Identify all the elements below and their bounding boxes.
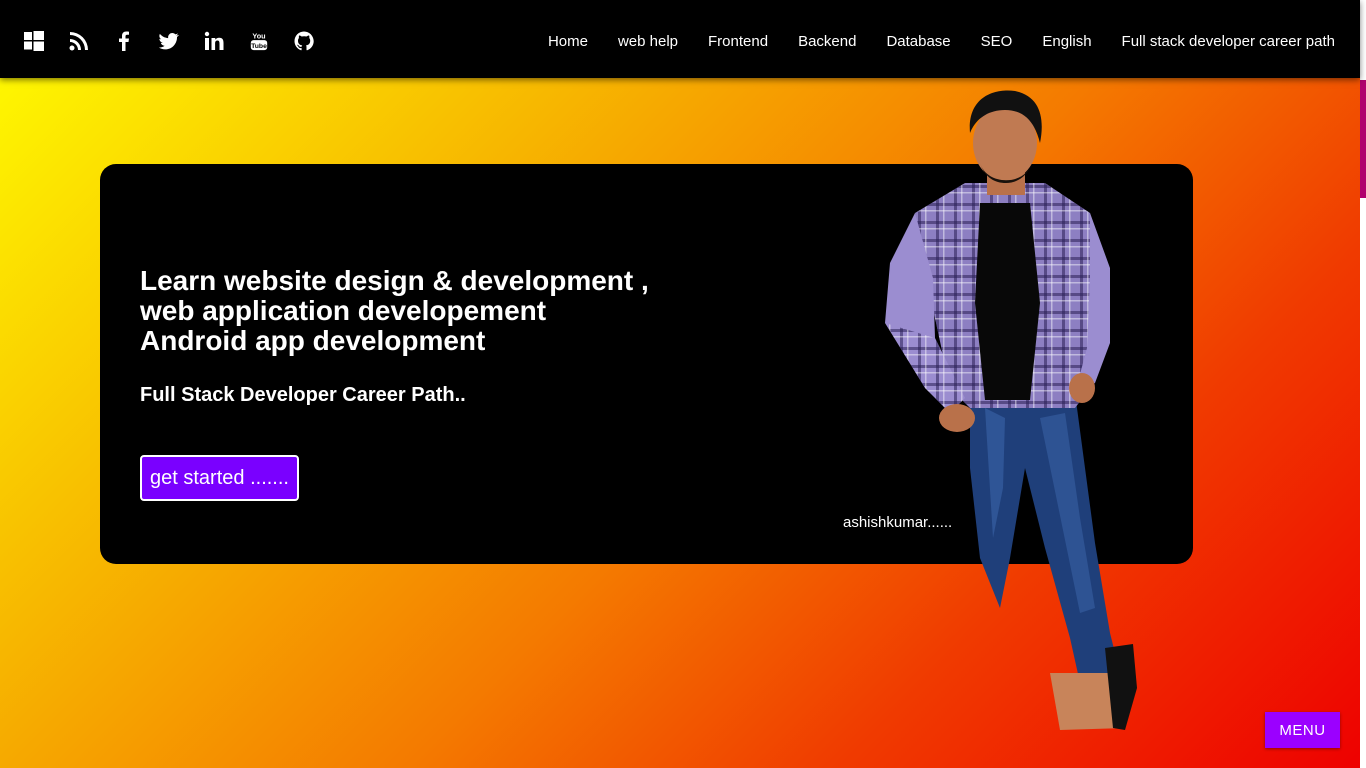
person-photo — [885, 90, 1137, 730]
youtube-tube-text: Tube — [251, 43, 267, 50]
nav-frontend[interactable]: Frontend — [708, 33, 768, 50]
linkedin-icon[interactable] — [204, 30, 224, 52]
github-icon[interactable] — [294, 30, 314, 52]
windows-icon[interactable] — [24, 30, 44, 52]
nav-english[interactable]: English — [1042, 33, 1091, 50]
main-nav: Home web help Frontend Backend Database … — [518, 33, 1335, 50]
nav-backend[interactable]: Backend — [798, 33, 856, 50]
headline-line-1: Learn website design & development , — [140, 265, 649, 296]
nav-seo[interactable]: SEO — [981, 33, 1013, 50]
nav-web-help[interactable]: web help — [618, 33, 678, 50]
headline-line-2: web application developement — [140, 295, 547, 326]
scrollbar-thumb[interactable] — [1360, 80, 1366, 198]
nav-database[interactable]: Database — [886, 33, 950, 50]
youtube-icon[interactable]: You Tube — [249, 30, 269, 52]
top-navbar: You Tube Home web help Frontend Backend … — [0, 0, 1360, 78]
get-started-button[interactable]: get started ....... — [140, 455, 299, 501]
headline-line-3: Android app development — [140, 325, 486, 356]
menu-button[interactable]: MENU — [1265, 712, 1340, 748]
hero-subheading: Full Stack Developer Career Path.. — [140, 384, 466, 406]
facebook-icon[interactable] — [114, 30, 134, 52]
hero-headline: Learn website design & development , web… — [140, 266, 649, 356]
nav-full-stack-career-path[interactable]: Full stack developer career path — [1122, 33, 1335, 50]
twitter-icon[interactable] — [159, 30, 179, 52]
social-links: You Tube — [24, 30, 339, 52]
nav-home[interactable]: Home — [548, 33, 588, 50]
rss-icon[interactable] — [69, 30, 89, 52]
youtube-you-text: You — [252, 31, 265, 40]
